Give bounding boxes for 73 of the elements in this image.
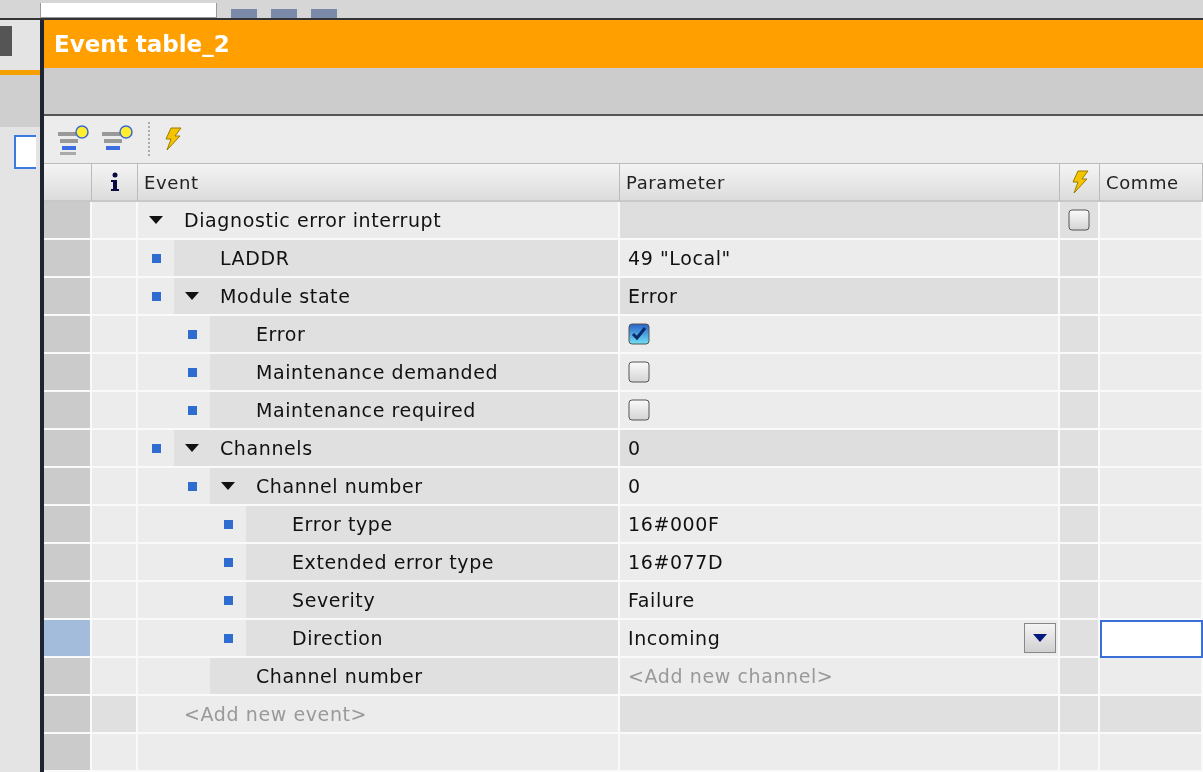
lightning-button[interactable] (162, 127, 184, 152)
table-cell (1060, 696, 1100, 734)
row-selector[interactable] (44, 468, 92, 506)
row-selector[interactable] (44, 202, 92, 240)
row-selector[interactable] (44, 430, 92, 468)
row-selector[interactable] (44, 582, 92, 620)
parameter-value: 16#077D (628, 551, 724, 573)
parameter-value: Failure (628, 589, 695, 611)
bullet-icon (223, 595, 233, 605)
event-label[interactable]: Error type (282, 513, 393, 535)
row-selector[interactable] (44, 354, 92, 392)
checkbox[interactable] (1068, 209, 1090, 231)
caret-icon (1033, 634, 1047, 642)
parameter-value: 0 (628, 437, 641, 459)
row-selector[interactable] (44, 544, 92, 582)
row-selector[interactable] (44, 278, 92, 316)
parameter-value: 16#000F (628, 513, 720, 535)
comment-field[interactable] (1100, 620, 1203, 658)
row-selector[interactable] (44, 620, 92, 658)
expanded-arrow-icon[interactable] (221, 482, 235, 490)
bullet-icon (223, 633, 233, 643)
row-selector[interactable] (44, 734, 92, 772)
bullet-icon (151, 253, 161, 263)
parameter-value: 49 "Local" (628, 247, 731, 269)
title-strip (0, 70, 40, 75)
comment-cell[interactable] (1100, 202, 1203, 240)
row-selector[interactable] (44, 392, 92, 430)
comment-cell[interactable] (1100, 658, 1203, 696)
parameter-value: 0 (628, 475, 641, 497)
comment-cell[interactable] (1100, 582, 1203, 620)
checkbox[interactable] (628, 399, 650, 421)
toolbar-icon[interactable] (311, 9, 337, 18)
bullet-icon (151, 443, 161, 453)
column-header[interactable]: Event (138, 164, 620, 202)
row-selector[interactable] (44, 658, 92, 696)
bullet-icon (187, 329, 197, 339)
toolbar-icon[interactable] (271, 9, 297, 18)
row-selector[interactable] (44, 240, 92, 278)
bullet-icon (187, 481, 197, 491)
column-header[interactable]: Comme (1100, 164, 1203, 202)
expanded-arrow-icon[interactable] (149, 216, 163, 224)
event-label[interactable]: Error (246, 323, 306, 345)
panel-band (0, 75, 40, 127)
info-icon (109, 172, 120, 192)
bullet-icon (187, 405, 197, 415)
checkbox[interactable] (628, 361, 650, 383)
column-header[interactable]: Parameter (620, 164, 1060, 202)
bullet-icon (223, 519, 233, 529)
event-label[interactable]: Channels (210, 437, 313, 459)
toolbar-icon[interactable] (231, 9, 257, 18)
expanded-arrow-icon[interactable] (185, 444, 199, 452)
row-selector[interactable] (44, 316, 92, 354)
bullet-icon (187, 367, 197, 377)
event-label[interactable]: Direction (282, 627, 384, 649)
event-label[interactable]: Diagnostic error interrupt (174, 209, 442, 231)
dropdown-field[interactable] (40, 3, 217, 18)
parameter-value: Incoming (628, 627, 721, 649)
bullet-icon (151, 291, 161, 301)
event-label[interactable]: Severity (282, 589, 376, 611)
dropdown-button[interactable] (1024, 623, 1056, 653)
editor-title: Event table_2 (44, 20, 1203, 69)
panel-button[interactable] (14, 135, 36, 169)
row-selector[interactable] (44, 506, 92, 544)
add-row-icon[interactable] (56, 122, 92, 157)
event-label[interactable]: Module state (210, 285, 351, 307)
bullet-icon (223, 557, 233, 567)
event-label[interactable]: LADDR (210, 247, 290, 269)
expanded-arrow-icon[interactable] (185, 292, 199, 300)
parameter-value: Error (628, 285, 678, 307)
panel-tab[interactable] (0, 26, 12, 56)
table-cell (92, 696, 138, 734)
checkbox[interactable] (628, 323, 650, 345)
row-selector[interactable] (44, 696, 92, 734)
